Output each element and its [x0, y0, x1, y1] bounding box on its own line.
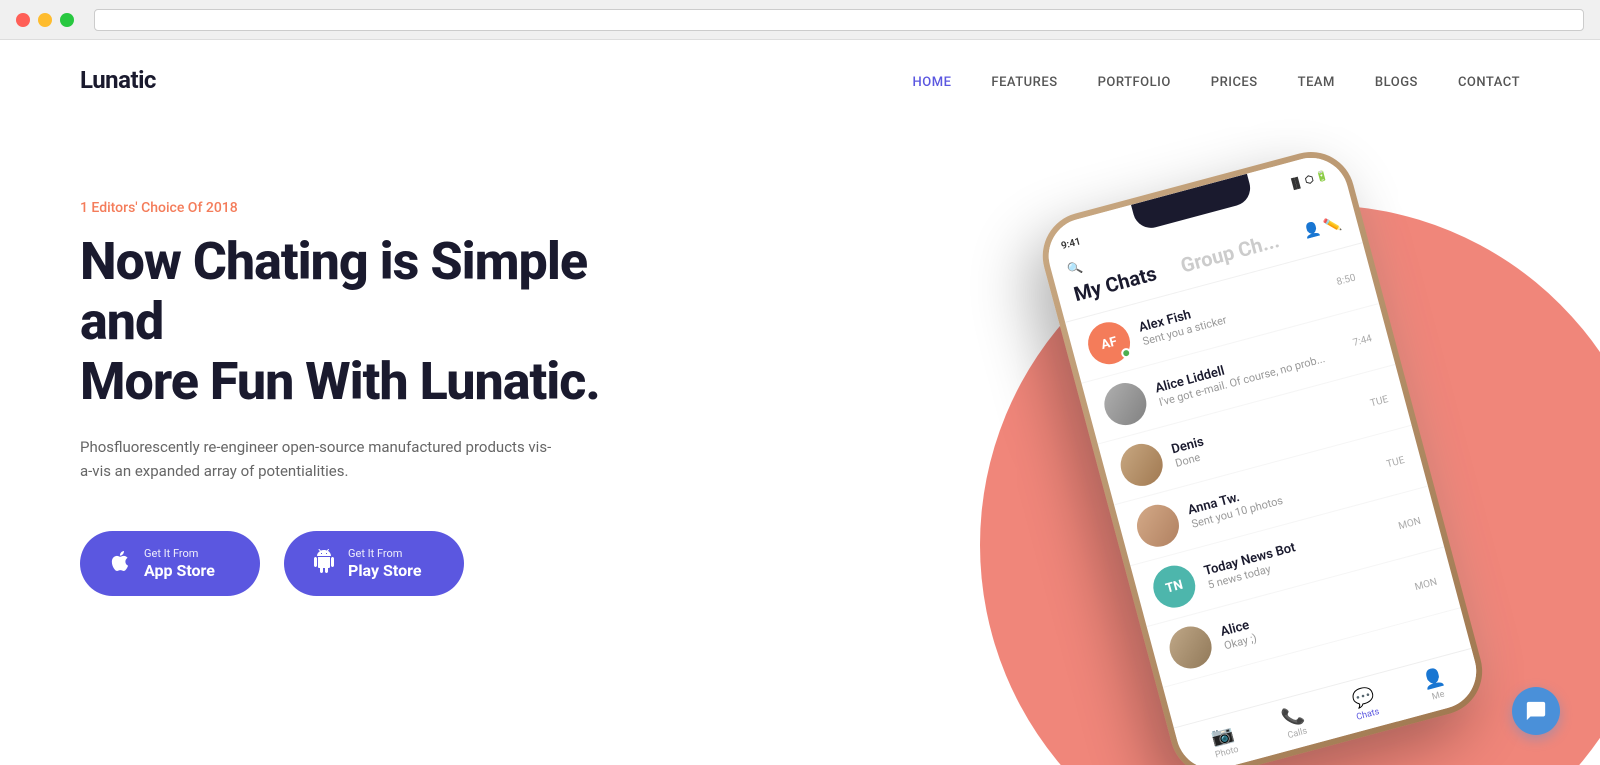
nav-link-home[interactable]: HOME	[913, 75, 952, 90]
close-button[interactable]	[16, 13, 30, 27]
me-icon: 👤	[1420, 666, 1447, 692]
hero-title-line2: More Fun With Lunatic.	[80, 351, 600, 412]
avatar-wrap	[1116, 439, 1167, 490]
phone-mockup: 9:41 ▐▌ ⬡ 🔋 🔍 My Chats Group Ch... 👤 ✏️	[1020, 175, 1540, 765]
avatar	[1132, 500, 1183, 551]
appstore-text: Get It From App Store	[144, 547, 215, 579]
hero-section: 1 Editors' Choice Of 2018 Now Chating is…	[0, 120, 1600, 765]
appstore-button[interactable]: Get It From App Store	[80, 531, 260, 595]
chat-time: TUE	[1385, 454, 1405, 469]
nav-item-home[interactable]: HOME	[913, 71, 952, 90]
tab-me-label: Me	[1431, 690, 1446, 703]
hero-content: 1 Editors' Choice Of 2018 Now Chating is…	[80, 140, 640, 596]
phone-screen: 9:41 ▐▌ ⬡ 🔋 🔍 My Chats Group Ch... 👤 ✏️	[1040, 149, 1485, 765]
chat-time: TUE	[1369, 394, 1389, 409]
avatar-wrap: TN	[1149, 561, 1200, 612]
tab-me[interactable]: 👤 Me	[1420, 666, 1450, 704]
avatar	[1165, 622, 1216, 673]
nav-item-portfolio[interactable]: PORTFOLIO	[1098, 71, 1171, 90]
chat-time: MON	[1414, 576, 1439, 593]
android-icon	[312, 549, 336, 579]
avatar-wrap	[1132, 500, 1183, 551]
chat-time: MON	[1397, 515, 1422, 532]
nav-link-prices[interactable]: PRICES	[1211, 75, 1258, 90]
playstore-label-large: Play Store	[348, 561, 421, 580]
maximize-button[interactable]	[60, 13, 74, 27]
header-icons: 👤 ✏️	[1302, 215, 1343, 240]
playstore-button[interactable]: Get It From Play Store	[284, 531, 464, 595]
nav-item-features[interactable]: FEATURES	[991, 71, 1057, 90]
chats-icon: 💬	[1350, 685, 1377, 711]
photo-icon: 📷	[1209, 723, 1236, 749]
nav-item-blogs[interactable]: BLOGS	[1375, 71, 1418, 90]
browser-chrome	[0, 0, 1600, 40]
minimize-button[interactable]	[38, 13, 52, 27]
nav-links: HOME FEATURES PORTFOLIO PRICES TEAM BLOG…	[913, 71, 1520, 90]
avatar: AF	[1083, 317, 1134, 368]
nav-link-team[interactable]: TEAM	[1298, 75, 1335, 90]
phone-outer-shell: 9:41 ▐▌ ⬡ 🔋 🔍 My Chats Group Ch... 👤 ✏️	[1033, 142, 1492, 765]
chat-list: AF Alex Fish Sent you a sticker 8:50	[1065, 243, 1460, 688]
hero-title-line1: Now Chating is Simple and	[80, 231, 587, 352]
tab-calls-label: Calls	[1287, 726, 1309, 741]
nav-item-team[interactable]: TEAM	[1298, 71, 1335, 90]
avatar-wrap: AF	[1083, 317, 1134, 368]
tab-chats[interactable]: 💬 Chats	[1349, 685, 1380, 723]
hero-tag: 1 Editors' Choice Of 2018	[80, 200, 640, 216]
logo: Lunatic	[80, 66, 156, 94]
navbar: Lunatic HOME FEATURES PORTFOLIO PRICES T…	[0, 40, 1600, 120]
chat-fab[interactable]	[1512, 687, 1560, 735]
address-bar[interactable]	[94, 9, 1584, 31]
hero-title: Now Chating is Simple and More Fun With …	[80, 232, 640, 411]
tab-calls[interactable]: 📞 Calls	[1279, 704, 1309, 742]
playstore-text: Get It From Play Store	[348, 547, 421, 579]
avatar-wrap	[1165, 622, 1216, 673]
nav-link-contact[interactable]: CONTACT	[1458, 75, 1520, 90]
button-group: Get It From App Store Get It From Play S…	[80, 531, 640, 595]
avatar	[1116, 439, 1167, 490]
nav-link-features[interactable]: FEATURES	[991, 75, 1057, 90]
nav-item-contact[interactable]: CONTACT	[1458, 71, 1520, 90]
calls-icon: 📞	[1279, 704, 1306, 730]
avatar	[1100, 378, 1151, 429]
status-time: 9:41	[1060, 236, 1082, 252]
nav-link-portfolio[interactable]: PORTFOLIO	[1098, 75, 1171, 90]
playstore-label-small: Get It From	[348, 547, 421, 560]
page: Lunatic HOME FEATURES PORTFOLIO PRICES T…	[0, 40, 1600, 765]
appstore-label-small: Get It From	[144, 547, 215, 560]
nav-link-blogs[interactable]: BLOGS	[1375, 75, 1418, 90]
avatar-wrap	[1100, 378, 1151, 429]
hero-subtitle: Phosfluorescently re-engineer open-sourc…	[80, 435, 560, 483]
apple-icon	[108, 549, 132, 579]
avatar: TN	[1149, 561, 1200, 612]
tab-photo[interactable]: 📷 Photo	[1208, 723, 1239, 761]
nav-item-prices[interactable]: PRICES	[1211, 71, 1258, 90]
chat-time: 8:50	[1335, 272, 1356, 288]
chat-time: 7:44	[1352, 333, 1373, 349]
appstore-label-large: App Store	[144, 561, 215, 580]
